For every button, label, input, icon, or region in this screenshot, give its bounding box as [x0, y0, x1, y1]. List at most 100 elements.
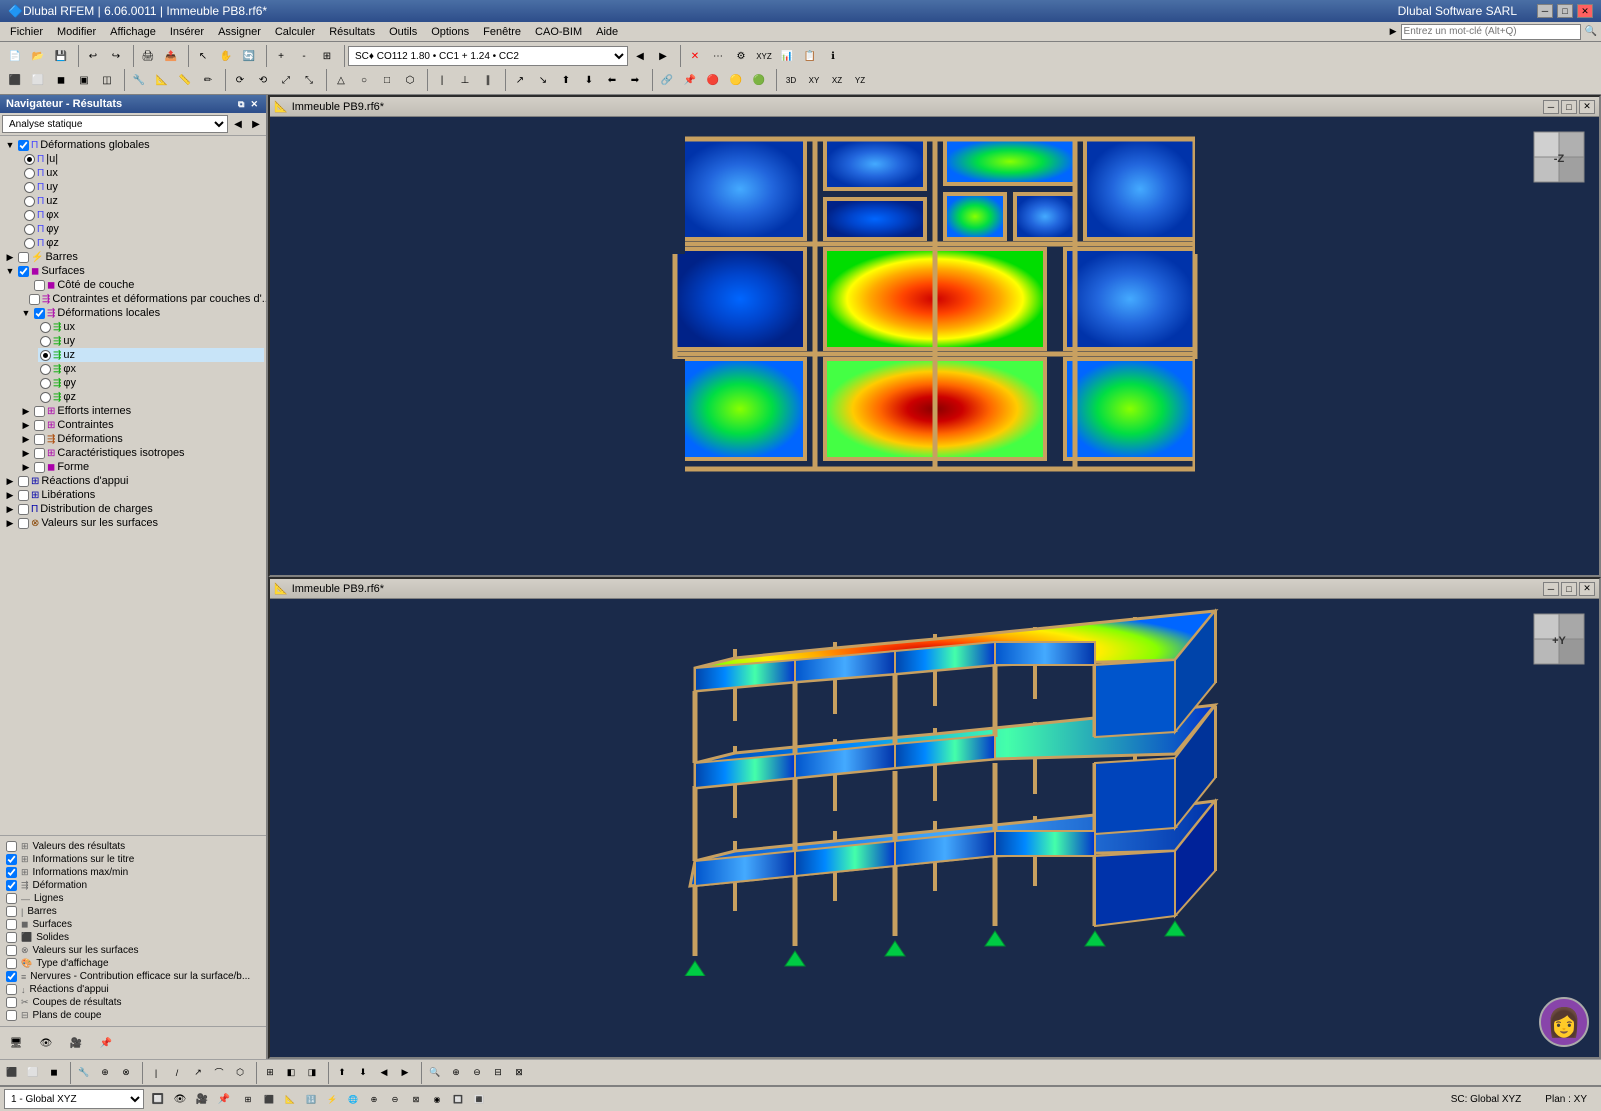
tree-item-valeurs-surf[interactable]: ▶ ⊗ Valeurs sur les surfaces [2, 516, 264, 530]
check-info-titre[interactable] [6, 854, 17, 865]
check-liberations[interactable] [18, 490, 29, 501]
tb2-24[interactable]: ⬇ [578, 69, 600, 91]
print-btn[interactable]: 🖨 [137, 45, 159, 67]
tb2-27[interactable]: 🔗 [656, 69, 678, 91]
tb2-18[interactable]: | [431, 69, 453, 91]
toggle-valeurs-surf[interactable]: ▶ [4, 517, 16, 529]
tb2-25[interactable]: ⬅ [601, 69, 623, 91]
menu-aide[interactable]: Aide [590, 24, 624, 40]
disp-valeurs[interactable]: ⊞ Valeurs des résultats [4, 840, 262, 853]
disp-plans-coupe[interactable]: ⊟ Plans de coupe [4, 1009, 262, 1022]
xyz-btn[interactable]: XYZ [753, 45, 775, 67]
disp-info-titre[interactable]: ⊞ Informations sur le titre [4, 853, 262, 866]
table-btn[interactable]: 📋 [799, 45, 821, 67]
nav-close-btn[interactable]: ✕ [248, 99, 260, 110]
tree-item-barres[interactable]: ▶ ⚡ Barres [2, 250, 264, 264]
st-2[interactable]: ⬛ [259, 1089, 279, 1109]
tree-item-loc-phix[interactable]: ⇶ φx [38, 362, 264, 376]
info-btn[interactable]: ℹ [822, 45, 844, 67]
rotate-btn[interactable]: 🔄 [238, 45, 260, 67]
tree-item-deformations-globales[interactable]: ▼ Π Déformations globales [2, 138, 264, 152]
status-icon-1[interactable]: 🔲 [148, 1089, 168, 1109]
check-deformations-surf[interactable] [34, 434, 45, 445]
st-1[interactable]: ⊞ [238, 1089, 258, 1109]
vp1-maximize[interactable]: □ [1561, 100, 1577, 114]
disp-coupes[interactable]: ✂ Coupes de résultats [4, 996, 262, 1009]
tb2-19[interactable]: ⊥ [454, 69, 476, 91]
toggle-caract-iso[interactable]: ▶ [20, 447, 32, 459]
st-4[interactable]: 🔢 [301, 1089, 321, 1109]
tree-item-ux[interactable]: Π ux [22, 166, 264, 180]
tb2-4[interactable]: ▣ [73, 69, 95, 91]
toggle-forme[interactable]: ▶ [20, 461, 32, 473]
tree-item-liberations[interactable]: ▶ ⊞ Libérations [2, 488, 264, 502]
tb2-6[interactable]: 🔧 [128, 69, 150, 91]
select-btn[interactable]: ↖ [192, 45, 214, 67]
tree-item-phiz[interactable]: Π φz [22, 236, 264, 250]
save-btn[interactable]: 💾 [50, 45, 72, 67]
menu-fichier[interactable]: Fichier [4, 24, 49, 40]
delete-btn[interactable]: ✕ [684, 45, 706, 67]
open-btn[interactable]: 📂 [27, 45, 49, 67]
tree-item-u-abs[interactable]: Π |u| [22, 152, 264, 166]
radio-loc-phiy[interactable] [40, 378, 51, 389]
tb2-10[interactable]: ⟳ [229, 69, 251, 91]
tree-item-loc-uy[interactable]: ⇶ uy [38, 334, 264, 348]
check-barres-disp[interactable] [6, 906, 17, 917]
check-reactions[interactable] [18, 476, 29, 487]
zoom-fit[interactable]: ⊞ [316, 45, 338, 67]
st-3[interactable]: 📐 [280, 1089, 300, 1109]
radio-loc-uz[interactable] [40, 350, 51, 361]
toggle-contraintes[interactable]: ▶ [20, 419, 32, 431]
tb2-23[interactable]: ⬆ [555, 69, 577, 91]
view-yz[interactable]: YZ [849, 69, 871, 91]
maximize-button[interactable]: □ [1557, 4, 1573, 18]
tb2-1[interactable]: ⬛ [4, 69, 26, 91]
analysis-type-combo[interactable]: Analyse statique [2, 115, 228, 133]
radio-uy[interactable] [24, 182, 35, 193]
tree-item-efforts-internes[interactable]: ▶ ⊞ Efforts internes [18, 404, 264, 418]
status-icon-2[interactable]: 👁 [170, 1089, 190, 1109]
disp-valeurs-surf[interactable]: ⊗ Valeurs sur les surfaces [4, 944, 262, 957]
toggle-reactions[interactable]: ▶ [4, 475, 16, 487]
tb2-17[interactable]: ⬡ [399, 69, 421, 91]
toggle-deformations-surf[interactable]: ▶ [20, 433, 32, 445]
check-type-affichage[interactable] [6, 958, 17, 969]
tree-item-loc-uz[interactable]: ⇶ uz [38, 348, 264, 362]
check-coupes[interactable] [6, 997, 17, 1008]
check-deformations-globales[interactable] [18, 140, 29, 151]
check-caract-iso[interactable] [34, 448, 45, 459]
radio-loc-ux[interactable] [40, 322, 51, 333]
tree-item-phix[interactable]: Π φx [22, 208, 264, 222]
nav-icon-3[interactable]: 🎥 [64, 1031, 88, 1055]
check-barres[interactable] [18, 252, 29, 263]
radio-loc-uy[interactable] [40, 336, 51, 347]
vp1-minimize[interactable]: ─ [1543, 100, 1559, 114]
nav-icon-2[interactable]: 👁 [34, 1031, 58, 1055]
radio-uz[interactable] [24, 196, 35, 207]
tree-item-deform-locales[interactable]: ▼ ⇶ Déformations locales [18, 306, 264, 320]
check-efforts[interactable] [34, 406, 45, 417]
zoom-out[interactable]: - [293, 45, 315, 67]
check-valeurs-surf-disp[interactable] [6, 945, 17, 956]
disp-solides[interactable]: ⬛ Solides [4, 931, 262, 944]
tb2-15[interactable]: ○ [353, 69, 375, 91]
st-9[interactable]: ⊠ [406, 1089, 426, 1109]
menu-modifier[interactable]: Modifier [51, 24, 102, 40]
menu-cao-bim[interactable]: CAO-BIM [529, 24, 588, 40]
next-load[interactable]: ▶ [652, 45, 674, 67]
check-disp-valeurs[interactable] [6, 841, 17, 852]
tree-item-caract-iso[interactable]: ▶ ⊞ Caractéristiques isotropes [18, 446, 264, 460]
tb2-22[interactable]: ↘ [532, 69, 554, 91]
tb2-5[interactable]: ◫ [96, 69, 118, 91]
toggle-deform-locales[interactable]: ▼ [20, 307, 32, 319]
disp-type-affichage[interactable]: 🎨 Type d'affichage [4, 957, 262, 970]
tb2-26[interactable]: ➡ [624, 69, 646, 91]
coord-system-combo[interactable]: 1 - Global XYZ [4, 1089, 144, 1109]
menu-calculer[interactable]: Calculer [269, 24, 321, 40]
radio-phiy[interactable] [24, 224, 35, 235]
st-8[interactable]: ⊖ [385, 1089, 405, 1109]
st-12[interactable]: 🔳 [469, 1089, 489, 1109]
check-plans-coupe[interactable] [6, 1010, 17, 1021]
disp-nervures[interactable]: ≡ Nervures - Contribution efficace sur l… [4, 970, 262, 983]
